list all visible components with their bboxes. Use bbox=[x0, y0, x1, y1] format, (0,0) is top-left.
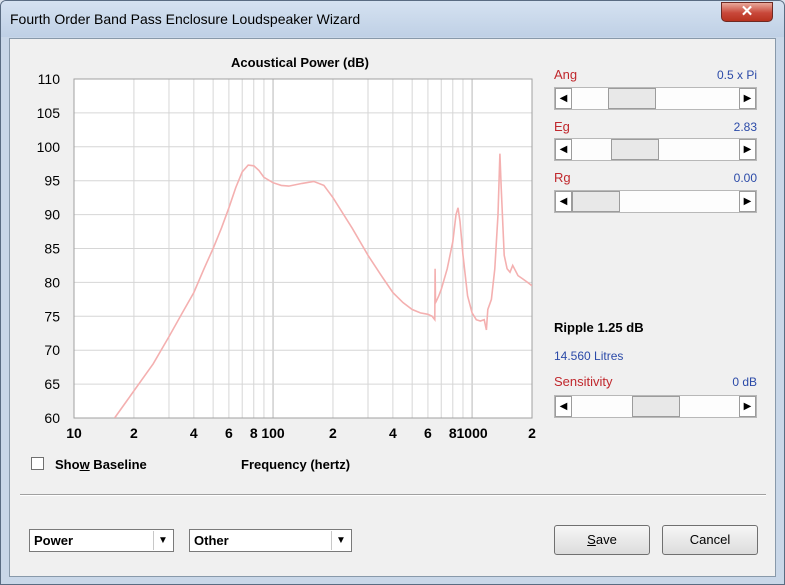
y-tick-label: 110 bbox=[38, 71, 61, 87]
x-tick-label: 4 bbox=[190, 425, 198, 441]
show-baseline-label[interactable]: Show Baseline bbox=[55, 457, 147, 472]
eg-right-arrow-icon[interactable]: ▶ bbox=[739, 139, 756, 160]
plot-type-select[interactable]: Power ▼ bbox=[29, 529, 174, 552]
ang-label: Ang bbox=[554, 67, 578, 82]
rg-slider-thumb[interactable] bbox=[572, 191, 620, 212]
close-button[interactable]: ✕ bbox=[721, 2, 773, 22]
rg-right-arrow-icon[interactable]: ▶ bbox=[739, 191, 756, 212]
title-bar[interactable]: Fourth Order Band Pass Enclosure Loudspe… bbox=[1, 1, 784, 37]
y-tick-label: 105 bbox=[37, 105, 61, 121]
x-tick-label: 4 bbox=[389, 425, 397, 441]
wizard-window: Fourth Order Band Pass Enclosure Loudspe… bbox=[0, 0, 785, 585]
rg-slider[interactable]: ◀ ▶ bbox=[554, 190, 757, 213]
save-button[interactable]: Save bbox=[554, 525, 650, 555]
ang-value: 0.5 x Pi bbox=[716, 68, 757, 82]
chevron-down-icon[interactable]: ▼ bbox=[331, 531, 350, 550]
plot-type-value: Power bbox=[34, 533, 74, 548]
x-tick-label: 2 bbox=[329, 425, 337, 441]
divider bbox=[20, 494, 766, 496]
sensitivity-slider[interactable]: ◀ ▶ bbox=[554, 395, 757, 418]
rg-left-arrow-icon[interactable]: ◀ bbox=[555, 191, 572, 212]
x-tick-label: 6 bbox=[225, 425, 233, 441]
rg-label: Rg bbox=[554, 170, 571, 185]
sensitivity-label: Sensitivity bbox=[554, 374, 613, 389]
y-tick-label: 75 bbox=[44, 308, 60, 324]
y-tick-label: 95 bbox=[44, 173, 60, 189]
cancel-button[interactable]: Cancel bbox=[662, 525, 758, 555]
y-tick-label: 100 bbox=[37, 139, 61, 155]
volume-readout: 14.560 Litres bbox=[554, 349, 624, 363]
other-value: Other bbox=[194, 533, 229, 548]
rg-value: 0.00 bbox=[733, 171, 757, 185]
y-tick-label: 65 bbox=[44, 376, 60, 392]
other-select[interactable]: Other ▼ bbox=[189, 529, 352, 552]
x-tick-label: 8 bbox=[250, 425, 258, 441]
x-tick-label: 2 bbox=[130, 425, 138, 441]
sensitivity-right-arrow-icon[interactable]: ▶ bbox=[739, 396, 756, 417]
frequency-response-chart: 606570758085909510010511010 2 4 6 8 100 2 4 6 8 10… bbox=[37, 71, 536, 441]
y-tick-label: 90 bbox=[44, 207, 60, 223]
y-tick-label: 80 bbox=[44, 274, 60, 290]
ang-slider-thumb[interactable] bbox=[607, 88, 656, 109]
show-baseline-checkbox[interactable] bbox=[31, 457, 44, 470]
x-tick-label: 1000 bbox=[457, 425, 488, 441]
y-tick-label: 70 bbox=[44, 342, 60, 358]
window-title: Fourth Order Band Pass Enclosure Loudspe… bbox=[10, 11, 361, 27]
y-tick-label: 85 bbox=[44, 241, 60, 257]
eg-slider-thumb[interactable] bbox=[611, 139, 660, 160]
sensitivity-slider-thumb[interactable] bbox=[631, 396, 680, 417]
x-tick-label: 100 bbox=[261, 425, 285, 441]
eg-value: 2.83 bbox=[733, 120, 757, 134]
x-tick-label: 10 bbox=[66, 425, 82, 441]
x-axis-label: Frequency (hertz) bbox=[241, 457, 351, 472]
chevron-down-icon[interactable]: ▼ bbox=[153, 531, 172, 550]
sensitivity-left-arrow-icon[interactable]: ◀ bbox=[555, 396, 572, 417]
client-area: Acoustical Power (dB) 60 65 70 75 80 85 90 95 10… bbox=[9, 38, 776, 577]
y-tick-label: 60 bbox=[44, 410, 60, 426]
x-tick-label: 6 bbox=[424, 425, 432, 441]
eg-slider[interactable]: ◀ ▶ bbox=[554, 138, 757, 161]
close-icon: ✕ bbox=[740, 3, 754, 20]
ripple-readout: Ripple 1.25 dB bbox=[554, 320, 644, 335]
ang-right-arrow-icon[interactable]: ▶ bbox=[739, 88, 756, 109]
ang-slider[interactable]: ◀ ▶ bbox=[554, 87, 757, 110]
sensitivity-value: 0 dB bbox=[732, 375, 757, 389]
x-tick-label: 2 bbox=[528, 425, 536, 441]
ang-left-arrow-icon[interactable]: ◀ bbox=[555, 88, 572, 109]
eg-label: Eg bbox=[554, 119, 570, 134]
eg-left-arrow-icon[interactable]: ◀ bbox=[555, 139, 572, 160]
